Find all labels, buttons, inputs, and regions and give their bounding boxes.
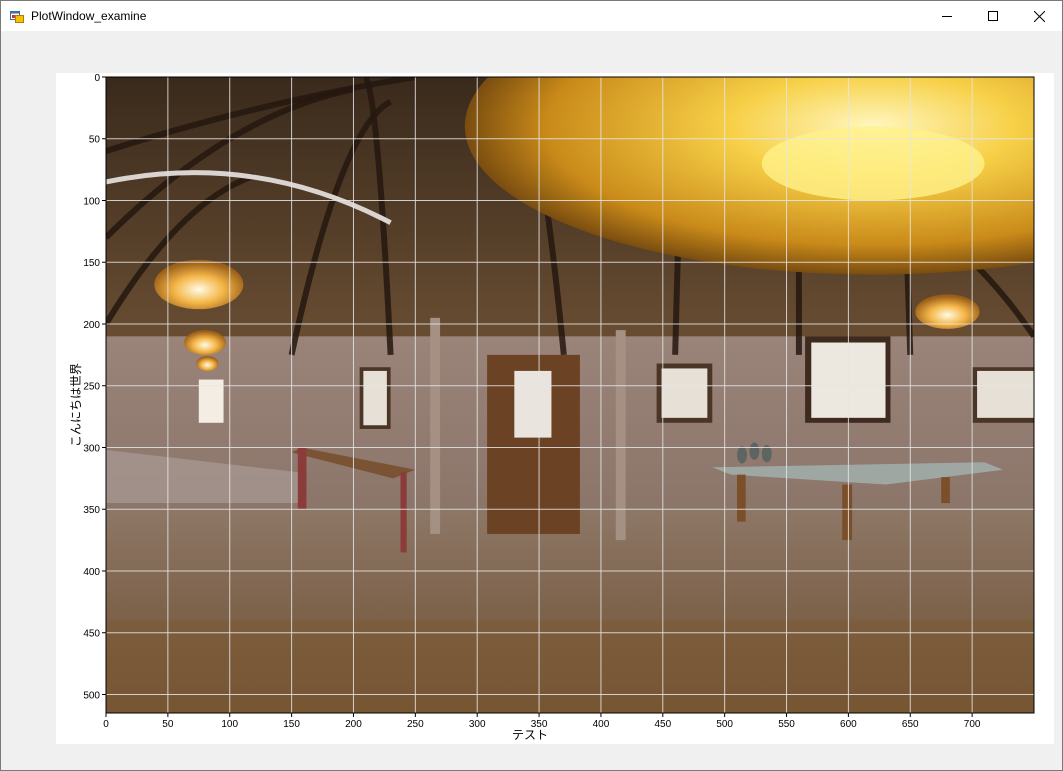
table-leg bbox=[941, 477, 950, 504]
y-tick-label: 350 bbox=[83, 505, 100, 516]
x-tick-label: 250 bbox=[407, 719, 424, 730]
hanging-lamp bbox=[183, 330, 227, 355]
door-window bbox=[514, 370, 552, 438]
x-tick-label: 150 bbox=[283, 719, 300, 730]
wooden-post bbox=[430, 317, 441, 534]
y-tick-label: 450 bbox=[83, 629, 100, 640]
y-tick-label: 50 bbox=[89, 135, 101, 146]
x-tick-label: 400 bbox=[593, 719, 610, 730]
window-title: PlotWindow_examine bbox=[31, 9, 147, 23]
x-tick-label: 0 bbox=[103, 719, 109, 730]
y-tick-label: 0 bbox=[94, 73, 100, 84]
lamp-glow bbox=[761, 126, 985, 201]
window-pane bbox=[363, 370, 387, 426]
app-window-icon bbox=[10, 11, 24, 23]
maximize-button[interactable] bbox=[970, 1, 1016, 31]
x-tick-label: 500 bbox=[716, 719, 733, 730]
y-tick-label: 500 bbox=[83, 690, 100, 701]
minimize-button[interactable] bbox=[924, 1, 970, 31]
x-tick-label: 300 bbox=[469, 719, 486, 730]
hanging-lamp bbox=[196, 356, 219, 371]
x-tick-label: 100 bbox=[221, 719, 238, 730]
x-tick-label: 450 bbox=[654, 719, 671, 730]
wooden-floor-strip bbox=[106, 620, 1034, 713]
close-button[interactable] bbox=[1016, 1, 1062, 31]
minimize-icon bbox=[942, 16, 952, 17]
x-axis-label: テスト bbox=[512, 728, 548, 742]
window-pane bbox=[977, 370, 1034, 418]
window-pane bbox=[661, 368, 708, 418]
vase bbox=[737, 446, 747, 464]
panorama-image bbox=[106, 77, 1034, 713]
x-tick-label: 550 bbox=[778, 719, 795, 730]
vase bbox=[749, 442, 760, 460]
x-tick-label: 700 bbox=[964, 719, 981, 730]
maximize-icon bbox=[988, 11, 998, 21]
plot-panel: 0 50 100 150 200 250 300 350 400 450 500 550 600 650 7… bbox=[56, 73, 1054, 744]
y-axis: 0 50 100 150 200 250 300 350 400 450 500 bbox=[83, 73, 106, 701]
y-tick-label: 250 bbox=[83, 382, 100, 393]
counter-leg bbox=[400, 472, 407, 553]
y-tick-label: 400 bbox=[83, 567, 100, 578]
x-tick-label: 200 bbox=[345, 719, 362, 730]
x-tick-label: 650 bbox=[902, 719, 919, 730]
y-tick-label: 150 bbox=[83, 258, 100, 269]
y-tick-label: 100 bbox=[83, 196, 100, 207]
title-bar[interactable]: PlotWindow_examine bbox=[1, 1, 1062, 31]
close-icon bbox=[1033, 10, 1045, 22]
table-leg bbox=[737, 474, 746, 522]
counter-leg bbox=[297, 447, 307, 510]
x-tick-label: 50 bbox=[162, 719, 174, 730]
plot-area[interactable]: 0 50 100 150 200 250 300 350 400 450 500 550 600 650 7… bbox=[56, 73, 1054, 744]
plot-window: PlotWindow_examine 0 50 100 150 200 250 … bbox=[0, 0, 1063, 771]
x-tick-label: 600 bbox=[840, 719, 857, 730]
y-tick-label: 200 bbox=[83, 320, 100, 331]
table-leg bbox=[842, 484, 853, 541]
wooden-post bbox=[615, 330, 626, 541]
y-axis-label: こんにちは世界 bbox=[69, 363, 83, 447]
y-tick-label: 300 bbox=[83, 443, 100, 454]
